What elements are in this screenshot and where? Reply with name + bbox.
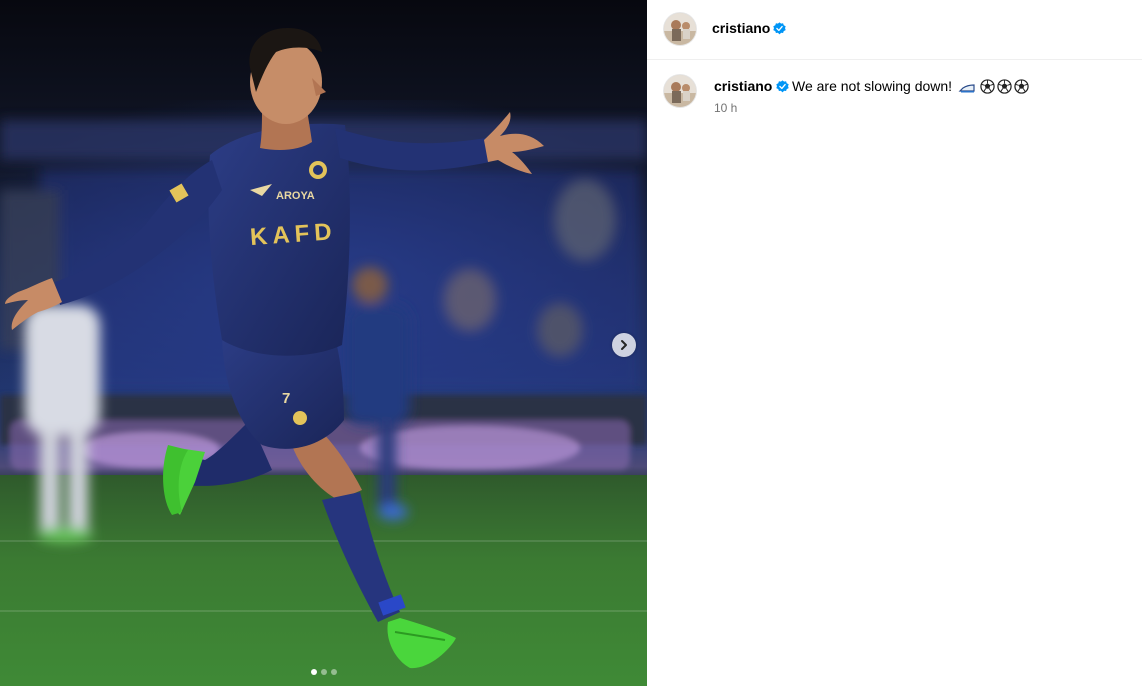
post-timestamp[interactable]: 10 h: [714, 101, 737, 115]
carousel-dot-3: [330, 669, 337, 675]
verified-badge-icon: [776, 80, 789, 93]
iron-icon: [958, 84, 975, 93]
carousel-dot-1: [310, 669, 317, 675]
caption-author-avatar[interactable]: [664, 75, 696, 107]
author-avatar[interactable]: [664, 13, 696, 45]
caption-text-wrap: We are not slowing down!: [792, 78, 1029, 94]
post-side-panel: cristiano cristiano We are not slowing d…: [647, 0, 1142, 686]
verified-badge-icon: [773, 22, 786, 35]
post-media[interactable]: 7 AROYA KAFD: [0, 0, 647, 686]
soccer-ball-icon: [997, 79, 1012, 94]
post-header: cristiano: [647, 0, 1142, 60]
chevron-right-icon: [621, 340, 627, 350]
shorts-number: 7: [282, 390, 290, 407]
avatar-image: [664, 75, 696, 107]
carousel-indicator: [310, 669, 337, 675]
caption-text: We are not slowing down!: [792, 78, 953, 94]
carousel-next-button[interactable]: [612, 333, 636, 357]
post-photo: 7 AROYA KAFD: [0, 0, 647, 686]
avatar-image: [664, 13, 696, 45]
soccer-ball-icon: [980, 79, 995, 94]
author-username[interactable]: cristiano: [712, 20, 770, 36]
caption-username[interactable]: cristiano: [714, 78, 772, 94]
carousel-dot-2: [320, 669, 327, 675]
soccer-ball-icon: [1014, 79, 1029, 94]
jersey-sponsor-top: AROYA: [276, 190, 315, 202]
